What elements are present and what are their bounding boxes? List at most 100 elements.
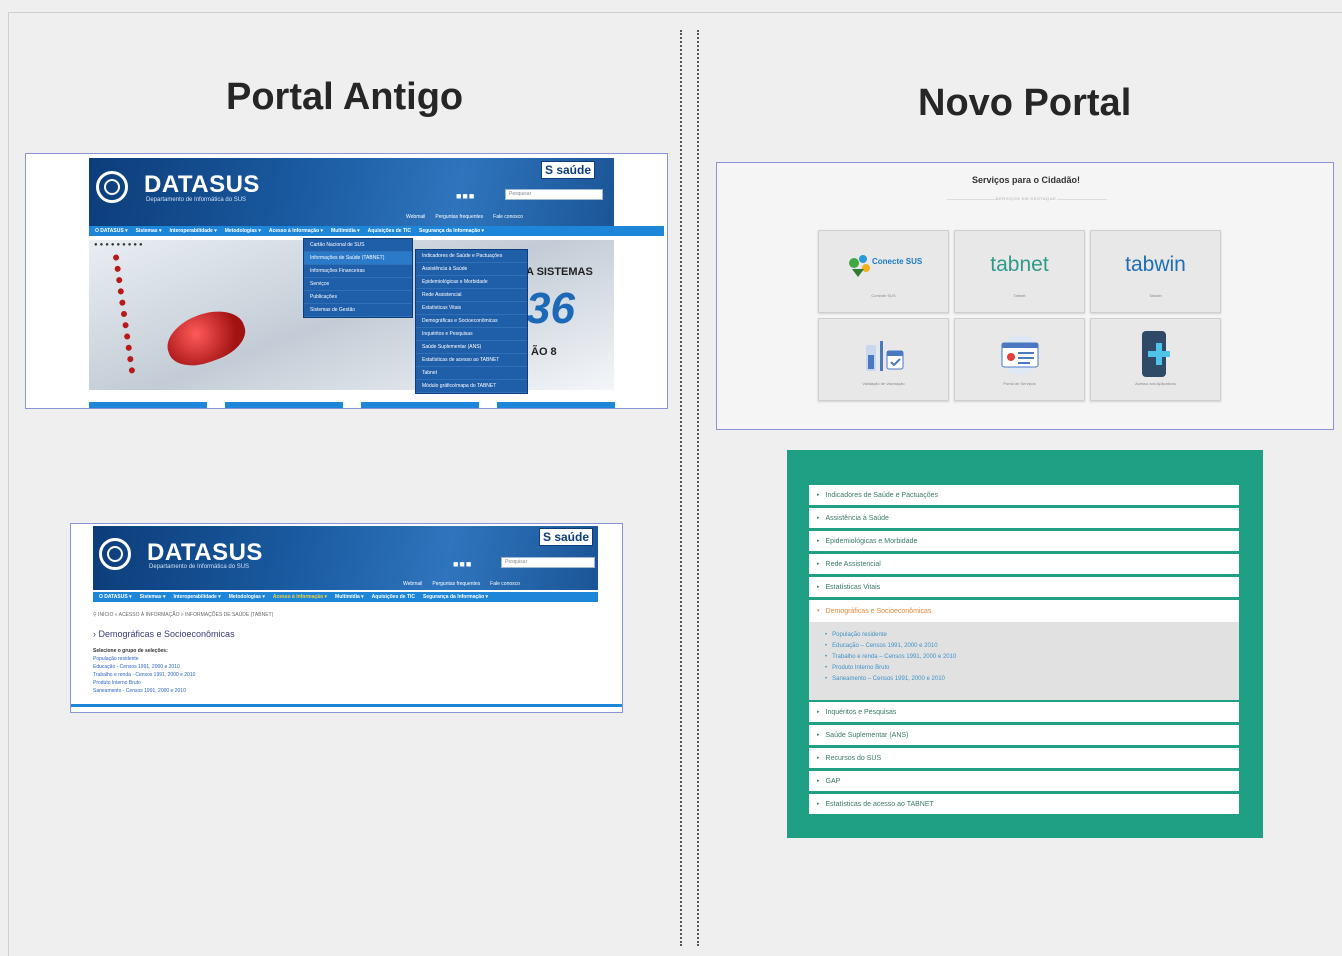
submenu-item[interactable]: Tabnet bbox=[416, 367, 527, 380]
submenu-item[interactable]: Inquéritos e Pesquisas bbox=[416, 328, 527, 341]
font-size-controls[interactable]: ■■■ bbox=[453, 559, 472, 569]
dropdown-item[interactable]: Informações de Saúde (TABNET) bbox=[304, 252, 412, 265]
submenu-item[interactable]: Saúde Suplementar (ANS) bbox=[416, 341, 527, 354]
service-card-vacinacao[interactable]: Validação de Vacinação bbox=[818, 318, 949, 401]
accordion-sublink[interactable]: Produto Interno Bruto bbox=[825, 663, 1239, 674]
left-heading: Portal Antigo bbox=[226, 76, 464, 118]
service-card-portal-servicos[interactable]: Portal de Serviços bbox=[954, 318, 1085, 401]
top-link[interactable]: Webmail bbox=[403, 581, 422, 587]
accordion-item-open[interactable]: ▾ Demográficas e Socioeconômicas bbox=[809, 600, 1239, 622]
tabnet-logo-icon: tabnet bbox=[990, 253, 1049, 276]
dropdown-item[interactable]: Publicações bbox=[304, 291, 412, 304]
browser-icon bbox=[955, 333, 1084, 382]
nav-item[interactable]: Segurança da Informação ▾ bbox=[423, 594, 488, 600]
nav-item[interactable]: Aquisições de TIC bbox=[372, 594, 415, 600]
nav-item[interactable]: Multimídia ▾ bbox=[331, 228, 360, 234]
accordion-item[interactable]: ▸ GAP bbox=[809, 771, 1239, 791]
datasus-logo-icon bbox=[107, 546, 123, 562]
footer-bar bbox=[71, 704, 622, 707]
service-card-conecte-sus[interactable]: Conecte SUS Conecte SUS bbox=[818, 230, 949, 313]
main-nav: O DATASUS ▾ Sistemas ▾ Interoperabilidad… bbox=[93, 592, 598, 602]
accordion-item[interactable]: ▸ Estatísticas Vitais bbox=[809, 577, 1239, 597]
title-rule bbox=[1057, 199, 1107, 200]
brand-subtitle: Departamento de Informática do SUS bbox=[149, 564, 250, 570]
top-link[interactable]: Perguntas frequentes bbox=[432, 581, 480, 587]
nav-item[interactable]: Acesso à Informação ▾ bbox=[269, 228, 323, 234]
submenu-item[interactable]: Indicadores de Saúde e Pactuações bbox=[416, 250, 527, 263]
nav-item[interactable]: Aquisições de TIC bbox=[368, 228, 411, 234]
accordion-item[interactable]: ▸ Inquéritos e Pesquisas bbox=[809, 702, 1239, 722]
submenu-item[interactable]: Demográficas e Socioeconômicas bbox=[416, 315, 527, 328]
accordion-sublink[interactable]: Trabalho e renda – Censos 1991, 2000 e 2… bbox=[825, 652, 1239, 663]
accordion-item[interactable]: ▸ Estatísticas de acesso ao TABNET bbox=[809, 794, 1239, 814]
nav-item[interactable]: Multimídia ▾ bbox=[335, 594, 364, 600]
selection-link[interactable]: População residente bbox=[93, 655, 195, 663]
nav-item[interactable]: Interoperabilidade ▾ bbox=[173, 594, 220, 600]
main-nav: O DATASUS ▾ Sistemas ▾ Interoperabilidad… bbox=[89, 226, 664, 236]
accordion-item[interactable]: ▸ Indicadores de Saúde e Pactuações bbox=[809, 485, 1239, 505]
tabwin-logo-icon: tabwin bbox=[1125, 253, 1186, 276]
accordion-item[interactable]: ▸ Epidemiológicas e Morbidade bbox=[809, 531, 1239, 551]
dropdown-item[interactable]: Cartão Nacional de SUS bbox=[304, 239, 412, 252]
nav-item[interactable]: O DATASUS ▾ bbox=[95, 228, 128, 234]
tab[interactable] bbox=[497, 402, 615, 408]
search-input[interactable]: Pesquisar bbox=[505, 189, 603, 200]
accordion-item[interactable]: ▸ Recursos do SUS bbox=[809, 748, 1239, 768]
nav-item[interactable]: Segurança da Informação ▾ bbox=[419, 228, 484, 234]
saude-badge[interactable]: S saúde bbox=[541, 161, 596, 179]
service-card-aplicativos[interactable]: Acesso aos Aplicativos bbox=[1090, 318, 1221, 401]
nav-item[interactable]: Metodologias ▾ bbox=[225, 228, 261, 234]
top-link[interactable]: Fale conosco bbox=[493, 214, 523, 220]
font-size-controls[interactable]: ■■■ bbox=[456, 191, 475, 201]
accordion-item[interactable]: ▸ Rede Assistencial bbox=[809, 554, 1239, 574]
accordion-item-label: Assistência à Saúde bbox=[825, 514, 889, 522]
top-link[interactable]: Perguntas frequentes bbox=[435, 214, 483, 220]
selection-link[interactable]: Educação - Censos 1991, 2000 e 2010 bbox=[93, 663, 195, 671]
submenu-item[interactable]: Estatísticas de acesso ao TABNET bbox=[416, 354, 527, 367]
carousel-dots[interactable]: ●●●●●●●●● bbox=[94, 242, 145, 248]
hero-text: A SISTEMAS bbox=[526, 266, 593, 278]
service-card-tabwin[interactable]: tabwin Tabwin bbox=[1090, 230, 1221, 313]
service-card-tabnet[interactable]: tabnet Tabnet bbox=[954, 230, 1085, 313]
submenu-item[interactable]: Estatísticas Vitais bbox=[416, 302, 527, 315]
search-input[interactable]: Pesquisar bbox=[501, 557, 595, 568]
tab[interactable] bbox=[89, 402, 207, 408]
nav-item[interactable]: Sistemas ▾ bbox=[136, 228, 162, 234]
dropdown-item[interactable]: Serviços bbox=[304, 278, 412, 291]
old-portal-page-screenshot: DATASUS Departamento de Informática do S… bbox=[70, 523, 623, 713]
accordion-item-label: Inquéritos e Pesquisas bbox=[825, 708, 897, 716]
datasus-logo-icon bbox=[104, 179, 120, 195]
tab[interactable] bbox=[225, 402, 343, 408]
right-heading: Novo Portal bbox=[918, 82, 1132, 124]
dropdown-tabnet-submenu: Indicadores de Saúde e Pactuações Assist… bbox=[415, 249, 528, 394]
accordion-item[interactable]: ▸ Assistência à Saúde bbox=[809, 508, 1239, 528]
submenu-item[interactable]: Módulo gráfico/mapa do TABNET bbox=[416, 380, 527, 393]
nav-item[interactable]: O DATASUS ▾ bbox=[99, 594, 132, 600]
tab[interactable] bbox=[361, 402, 479, 408]
top-link[interactable]: Webmail bbox=[406, 214, 425, 220]
new-portal-services-screenshot: Serviços para o Cidadão! SERVIÇOS EM DES… bbox=[716, 162, 1334, 430]
saude-badge[interactable]: S saúde bbox=[539, 528, 594, 546]
submenu-item[interactable]: Epidemiológicas e Morbidade bbox=[416, 276, 527, 289]
dropdown-item[interactable]: Sistemas de Gestão bbox=[304, 304, 412, 317]
selection-link[interactable]: Trabalho e renda - Censos 1991, 2000 e 2… bbox=[93, 671, 195, 679]
selection-link[interactable]: Produto Interno Bruto bbox=[93, 679, 195, 687]
accordion-sublink[interactable]: Saneamento – Censos 1991, 2000 e 2010 bbox=[825, 674, 1239, 685]
selection-link[interactable]: Saneamento - Censos 1991, 2000 e 2010 bbox=[93, 687, 195, 695]
nav-item[interactable]: Metodologias ▾ bbox=[229, 594, 265, 600]
submenu-item[interactable]: Rede Assistencial bbox=[416, 289, 527, 302]
breadcrumb[interactable]: ⚲ INÍCIO » ACESSO À INFORMAÇÃO » INFORMA… bbox=[93, 612, 273, 618]
page-heading-text: Demográficas e Socioeconômicas bbox=[98, 629, 235, 639]
mobile-plus-icon bbox=[1091, 329, 1220, 386]
top-link[interactable]: Fale conosco bbox=[490, 581, 520, 587]
nav-item[interactable]: Interoperabilidade ▾ bbox=[169, 228, 216, 234]
nav-item-active[interactable]: Acesso à Informação ▾ bbox=[273, 594, 327, 600]
nav-item[interactable]: Sistemas ▾ bbox=[140, 594, 166, 600]
dropdown-item[interactable]: Informações Financeiras bbox=[304, 265, 412, 278]
accordion-item-label: GAP bbox=[825, 777, 841, 785]
accordion-sublink[interactable]: População residente bbox=[825, 630, 1239, 641]
old-portal-home-screenshot: DATASUS Departamento de Informática do S… bbox=[25, 153, 668, 409]
submenu-item[interactable]: Assistência à Saúde bbox=[416, 263, 527, 276]
accordion-sublink[interactable]: Educação – Censos 1991, 2000 e 2010 bbox=[825, 641, 1239, 652]
accordion-item[interactable]: ▸ Saúde Suplementar (ANS) bbox=[809, 725, 1239, 745]
